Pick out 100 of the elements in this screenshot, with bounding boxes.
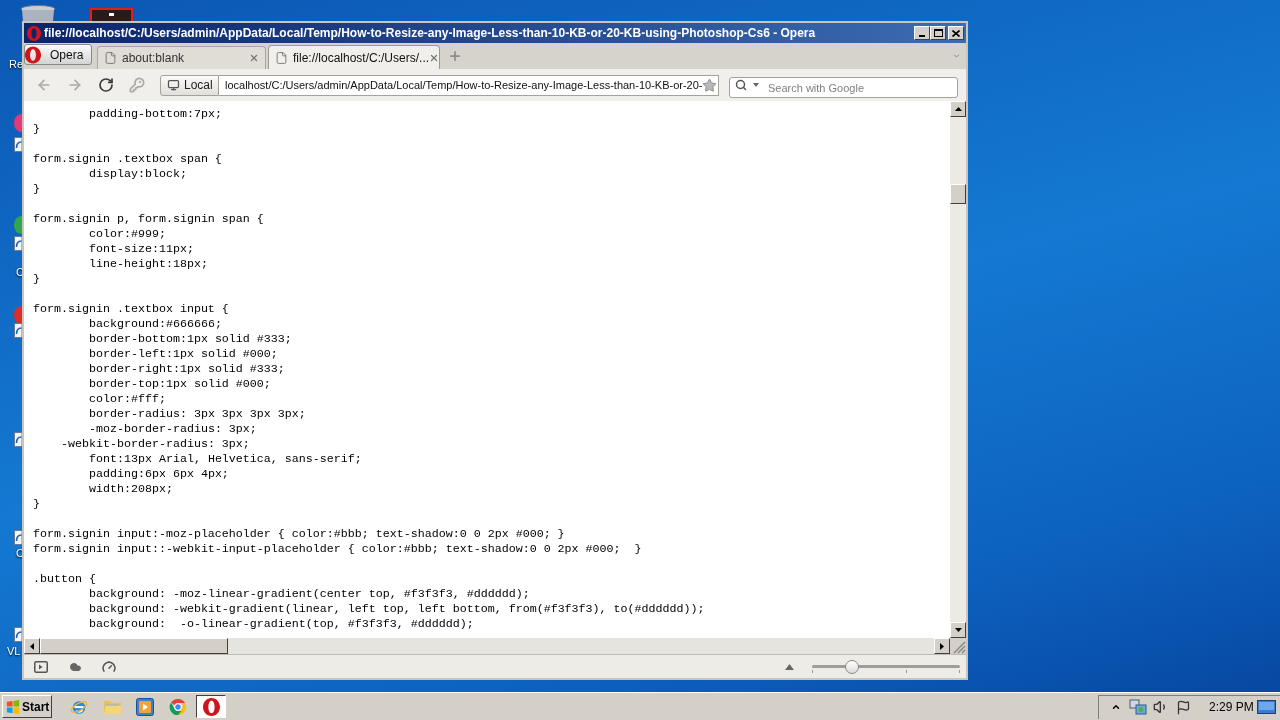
zoom-slider[interactable] [812, 659, 960, 674]
code-line: form.signin p, form.signin span { [33, 212, 264, 227]
close-icon [952, 29, 960, 37]
code-line: color:#fff; [88, 392, 166, 407]
code-line: display:block; [88, 167, 187, 182]
close-icon [429, 52, 440, 63]
code-line: color:#999; [88, 227, 166, 242]
maximize-button[interactable] [930, 26, 946, 40]
recycle-bin-icon [20, 5, 56, 21]
code-line: background: -webkit-gradient(linear, left top, left bottom, from(#f3f3f3), to(#dddddd)); [88, 602, 705, 617]
show-desktop-icon[interactable] [1257, 700, 1276, 714]
code-line: background:#666666; [88, 317, 222, 332]
arrow-right-icon [67, 77, 83, 93]
caret-icon [753, 82, 759, 87]
close-tab-button[interactable] [429, 52, 440, 63]
code-line: form.signin input:-moz-placeholder { color:#bbb; text-shadow:0 0 2px #000; } [33, 527, 565, 542]
code-line: background: -o-linear-gradient(top, #f3f3f3, #dddddd); [88, 617, 474, 632]
code-line: } [33, 272, 40, 287]
code-line: font:13px Arial, Helvetica, sans-serif; [88, 452, 362, 467]
triangle-up-icon [954, 107, 962, 111]
monitor-icon [167, 79, 180, 91]
chevron-down-icon [951, 52, 962, 60]
gauge-icon [102, 659, 116, 674]
scroll-left-button[interactable] [24, 638, 40, 654]
start-button[interactable]: Start [2, 695, 52, 718]
minimize-button[interactable] [914, 26, 930, 40]
scroll-right-button[interactable] [934, 638, 950, 654]
horizontal-scrollbar[interactable] [24, 638, 950, 654]
code-line: border-bottom:1px solid #333; [88, 332, 292, 347]
round-logo-icon [169, 697, 187, 716]
cloud-button[interactable] [68, 660, 83, 673]
code-line: } [33, 122, 40, 137]
key-icon [129, 77, 145, 93]
browser-tab[interactable]: file://localhost/C:/Users/... [268, 45, 440, 69]
reload-button[interactable] [98, 77, 114, 93]
scrollbar-thumb[interactable] [40, 638, 228, 654]
shortcut-arrow-icon [14, 627, 22, 642]
triangle-left-icon [30, 642, 34, 650]
cloud-icon [68, 660, 83, 673]
windows-flag-icon [6, 699, 20, 714]
app-icon [90, 8, 133, 21]
code-line: padding-bottom:7px; [88, 107, 222, 122]
code-line: form.signin .textbox input { [33, 302, 229, 317]
opera-logo-icon [27, 25, 41, 41]
page-icon [275, 50, 288, 65]
code-line: -moz-border-radius: 3px; [88, 422, 257, 437]
shortcut-arrow-icon [14, 236, 22, 251]
plus-icon [448, 49, 462, 63]
app-icon [14, 216, 22, 234]
code-line: width:208px; [88, 482, 173, 497]
clock[interactable]: 2:29 PM [1209, 698, 1254, 716]
shortcut-arrow-icon [14, 530, 22, 545]
code-line: font-size:11px; [88, 242, 194, 257]
icon-label: Re [9, 58, 24, 70]
scroll-down-button[interactable] [950, 622, 966, 638]
flag-icon[interactable] [1176, 699, 1191, 715]
panel-toggle-icon [34, 660, 48, 673]
gauge-button[interactable] [102, 659, 116, 674]
taskbar-button[interactable] [196, 695, 226, 718]
panel-toggle-button[interactable] [34, 660, 48, 673]
slider-thumb[interactable] [844, 659, 859, 674]
code-line: form.signin input::-webkit-input-placeholder { color:#bbb; text-shadow:0 0 2px #000; } [33, 542, 642, 557]
resize-grip-icon[interactable] [950, 638, 966, 654]
scrollbar-thumb[interactable] [950, 184, 966, 204]
close-icon [249, 53, 259, 63]
play-icon [136, 697, 154, 716]
opera-logo-icon [25, 45, 41, 64]
code-line: border-top:1px solid #000; [88, 377, 271, 392]
page-icon [104, 51, 117, 65]
triangle-down-icon [954, 628, 962, 632]
code-line: padding:6px 6px 4px; [88, 467, 229, 482]
search-icon [735, 78, 747, 91]
reload-icon [98, 77, 114, 93]
site-info-button[interactable]: Local [160, 74, 219, 96]
address-field[interactable]: localhost/C:/Users/admin/AppData/Local/Temp/How-to-Resize-any-Image-Less-than-10-KB-or-20- [219, 74, 719, 96]
network-icon[interactable] [1129, 699, 1147, 715]
close-button[interactable] [948, 26, 964, 40]
search-field[interactable]: Search with Google [729, 77, 958, 98]
maximize-icon [933, 29, 943, 37]
shortcut-arrow-icon [14, 323, 22, 338]
vertical-scrollbar[interactable] [950, 101, 966, 638]
code-line: } [33, 497, 40, 512]
code-line: .button { [33, 572, 96, 587]
opera-menu-button[interactable]: Opera [24, 44, 92, 65]
code-line: border-left:1px solid #000; [88, 347, 278, 362]
browser-tab[interactable]: about:blank [97, 46, 266, 69]
code-line: border-right:1px solid #333; [88, 362, 285, 377]
code-line: border-radius: 3px 3px 3px 3px; [88, 407, 306, 422]
shortcut-arrow-icon [14, 137, 22, 152]
folder-icon [102, 698, 122, 715]
minimize-icon [919, 35, 925, 37]
scroll-up-button[interactable] [950, 101, 966, 117]
code-line: form.signin .textbox span { [33, 152, 222, 167]
close-tab-button[interactable] [249, 53, 259, 63]
code-line: } [33, 182, 40, 197]
zoom-menu-button[interactable] [785, 663, 794, 670]
app-icon [14, 306, 22, 324]
shortcut-arrow-icon [14, 432, 22, 447]
code-line: -webkit-border-radius: 3px; [61, 437, 250, 452]
triangle-right-icon [940, 642, 944, 650]
